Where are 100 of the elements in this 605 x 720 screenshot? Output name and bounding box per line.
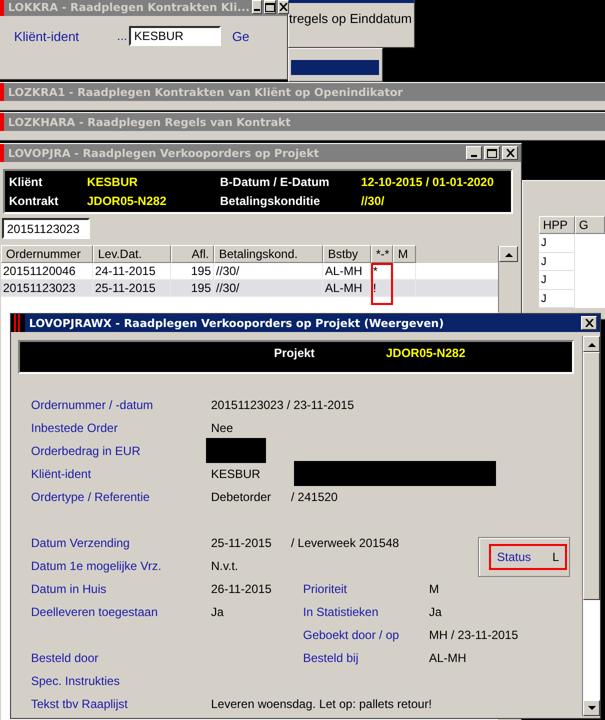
close-icon [278, 3, 288, 11]
window-icon [0, 144, 4, 162]
window-title: LOZKHARA - Raadplegen Regels van Kontrakt [8, 116, 292, 128]
field-label: Ordertype / Referentie [31, 490, 151, 504]
table-cell: J [539, 271, 575, 290]
column-header[interactable]: HPP [539, 216, 575, 234]
header-label: B-Datum / E-Datum [220, 175, 330, 189]
field-value: Debetorder [211, 490, 272, 504]
scrollbar[interactable] [582, 336, 600, 716]
header-value: 12-10-2015 / 01-01-2020 [361, 175, 495, 189]
close-icon [584, 319, 594, 327]
header-value: //30/ [361, 194, 386, 208]
close-button[interactable] [502, 146, 518, 160]
close-button[interactable] [581, 316, 597, 330]
down-arrow-icon [588, 706, 596, 710]
field-value: N.v.t. [211, 558, 238, 572]
field-label: Spec. Instrukties [31, 674, 121, 688]
table-cell: AL-MH [323, 263, 371, 279]
table-cell: 20151123023 [1, 280, 93, 296]
window-icon [0, 0, 4, 16]
header-label: Betalingskonditie [220, 194, 322, 208]
field-label: Datum in Huis [31, 582, 108, 596]
table-cell: //30/ [214, 263, 323, 279]
column-header[interactable]: Lev.Dat. [93, 245, 171, 263]
field-value: Ja [429, 604, 442, 618]
maximize-button[interactable] [484, 146, 500, 160]
window-title: LOKKRA - Raadplegen Kontrakten Kli... [8, 0, 250, 14]
close-button[interactable] [278, 0, 289, 14]
field-label: Tekst tbv Raaplijst [31, 696, 129, 710]
table-cell: J [539, 290, 575, 308]
table-cell: AL-MH [323, 280, 371, 296]
column-header[interactable]: Bstby [323, 245, 371, 263]
lookup-button[interactable]: ... [117, 29, 128, 43]
field-label: Besteld bij [303, 650, 360, 664]
table-cell: * [371, 263, 393, 279]
window-title: LOVOPJRA - Raadplegen Verkooporders op Projekt [8, 146, 320, 160]
scrollbar[interactable] [498, 246, 518, 312]
field-value: AL-MH [429, 650, 466, 664]
table-cell: 25-11-2015 [93, 280, 171, 296]
field-label: Inbestede Order [31, 420, 119, 434]
field-value: KESBUR [211, 466, 260, 480]
table-cell: 24-11-2015 [93, 263, 171, 279]
field-label: Orderbedrag in EUR [31, 444, 142, 458]
field-value: / 241520 [291, 490, 338, 504]
scroll-thumb[interactable] [583, 352, 600, 600]
window-title: LOZKRA1 - Raadplegen Kontrakten van Kliënt op Openindikator [8, 86, 404, 98]
status-value: L [552, 550, 559, 564]
field-value: M [429, 582, 439, 596]
field-label: Deelleveren toegestaan [31, 604, 159, 618]
client-field[interactable]: KESBUR [129, 26, 222, 46]
search-field[interactable]: 20151123023 [2, 218, 90, 239]
minimize-button[interactable] [252, 0, 262, 14]
field-value: 26-11-2015 [211, 582, 272, 596]
field-label: Ge [232, 28, 250, 44]
field-label: Ordernummer / -datum [31, 398, 154, 412]
window-title: LOVOPJRAWX - Raadplegen Verkooporders op Projekt (Weergeven) [29, 316, 445, 330]
header-value: JDOR05-N282 [87, 194, 168, 208]
field-label: Kliënt-ident [31, 466, 92, 480]
table-cell: 195 [171, 280, 214, 296]
maximize-button[interactable] [264, 0, 276, 14]
up-arrow-icon [504, 252, 512, 256]
field-label: Datum 1e mogelijke Vrz. [31, 558, 162, 572]
column-header[interactable]: Ordernummer [1, 245, 93, 263]
table-cell: J [539, 234, 575, 252]
column-header[interactable]: M [393, 245, 416, 263]
column-header[interactable]: Betalingskond. [214, 245, 323, 263]
field-value: 20151123023 / 23-11-2015 [211, 398, 354, 412]
field-label: Datum Verzending [31, 536, 131, 550]
field-value: / Leverweek 201548 [291, 536, 400, 550]
table-cell: 20151120046 [1, 263, 93, 279]
field-label: Prioriteit [303, 582, 348, 596]
up-arrow-icon [588, 342, 596, 346]
window-icon [11, 314, 25, 332]
field-label: In Statistieken [303, 604, 380, 618]
window-icon [0, 83, 4, 101]
header-value: KESBUR [87, 175, 139, 189]
status-label: Status [497, 550, 532, 564]
field-label: Kliënt-ident [14, 28, 80, 44]
field-value: MH / 23-11-2015 [429, 628, 518, 642]
table-row[interactable]: 20151123023 25-11-2015 195 //30/ AL-MH ! [1, 280, 498, 297]
window-icon [0, 113, 4, 131]
field-label: Besteld door [31, 650, 100, 664]
menu-item[interactable]: tregels op Einddatum [289, 11, 412, 26]
maximize-icon [487, 148, 497, 158]
field-label: Geboekt door / op [303, 628, 400, 642]
header-value: JDOR05-N282 [386, 346, 466, 360]
minimize-button[interactable] [466, 146, 482, 160]
field-value: 25-11-2015 [211, 536, 272, 550]
table-cell: //30/ [214, 280, 323, 296]
column-header[interactable]: G [575, 216, 605, 234]
header-label: Kliënt [9, 175, 44, 189]
field-value: Leveren woensdag. Let op: pallets retour! [211, 696, 432, 710]
maximize-icon [264, 2, 275, 12]
table-row[interactable]: 20151120046 24-11-2015 195 //30/ AL-MH * [1, 263, 498, 280]
close-icon [506, 149, 514, 157]
column-header[interactable]: Afl. [171, 245, 214, 263]
field-value: Nee [211, 420, 234, 434]
table-cell: 195 [171, 263, 214, 279]
field-value: Ja [211, 604, 224, 618]
column-header[interactable]: *-* [371, 245, 393, 263]
